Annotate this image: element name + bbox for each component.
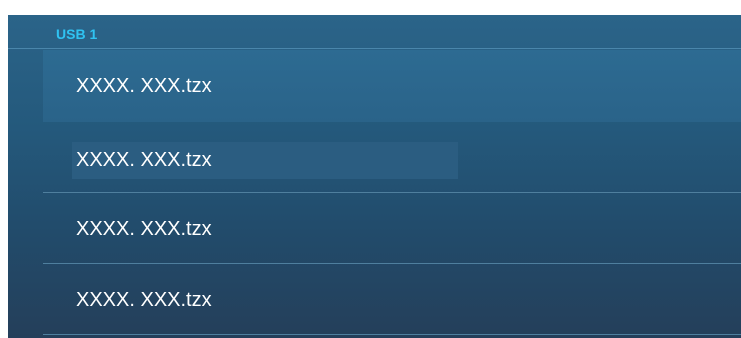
file-browser-panel: USB 1 XXXX. XXX.tzx XXXX. XXX.tzx XXXX. …	[8, 15, 741, 338]
file-name-label: XXXX. XXX.tzx	[76, 218, 212, 240]
file-list-item-2[interactable]: XXXX. XXX.tzx	[43, 122, 741, 193]
file-name-label: XXXX. XXX.tzx	[76, 289, 212, 311]
usb-header-label: USB 1	[56, 26, 98, 42]
file-list-item-1[interactable]: XXXX. XXX.tzx	[43, 50, 741, 122]
file-list-item-3[interactable]: XXXX. XXX.tzx	[43, 193, 741, 264]
file-list-item-4[interactable]: XXXX. XXX.tzx	[43, 264, 741, 335]
file-name-label: XXXX. XXX.tzx	[76, 75, 212, 97]
usb-header: USB 1	[8, 15, 741, 49]
file-name-label: XXXX. XXX.tzx	[76, 149, 212, 171]
